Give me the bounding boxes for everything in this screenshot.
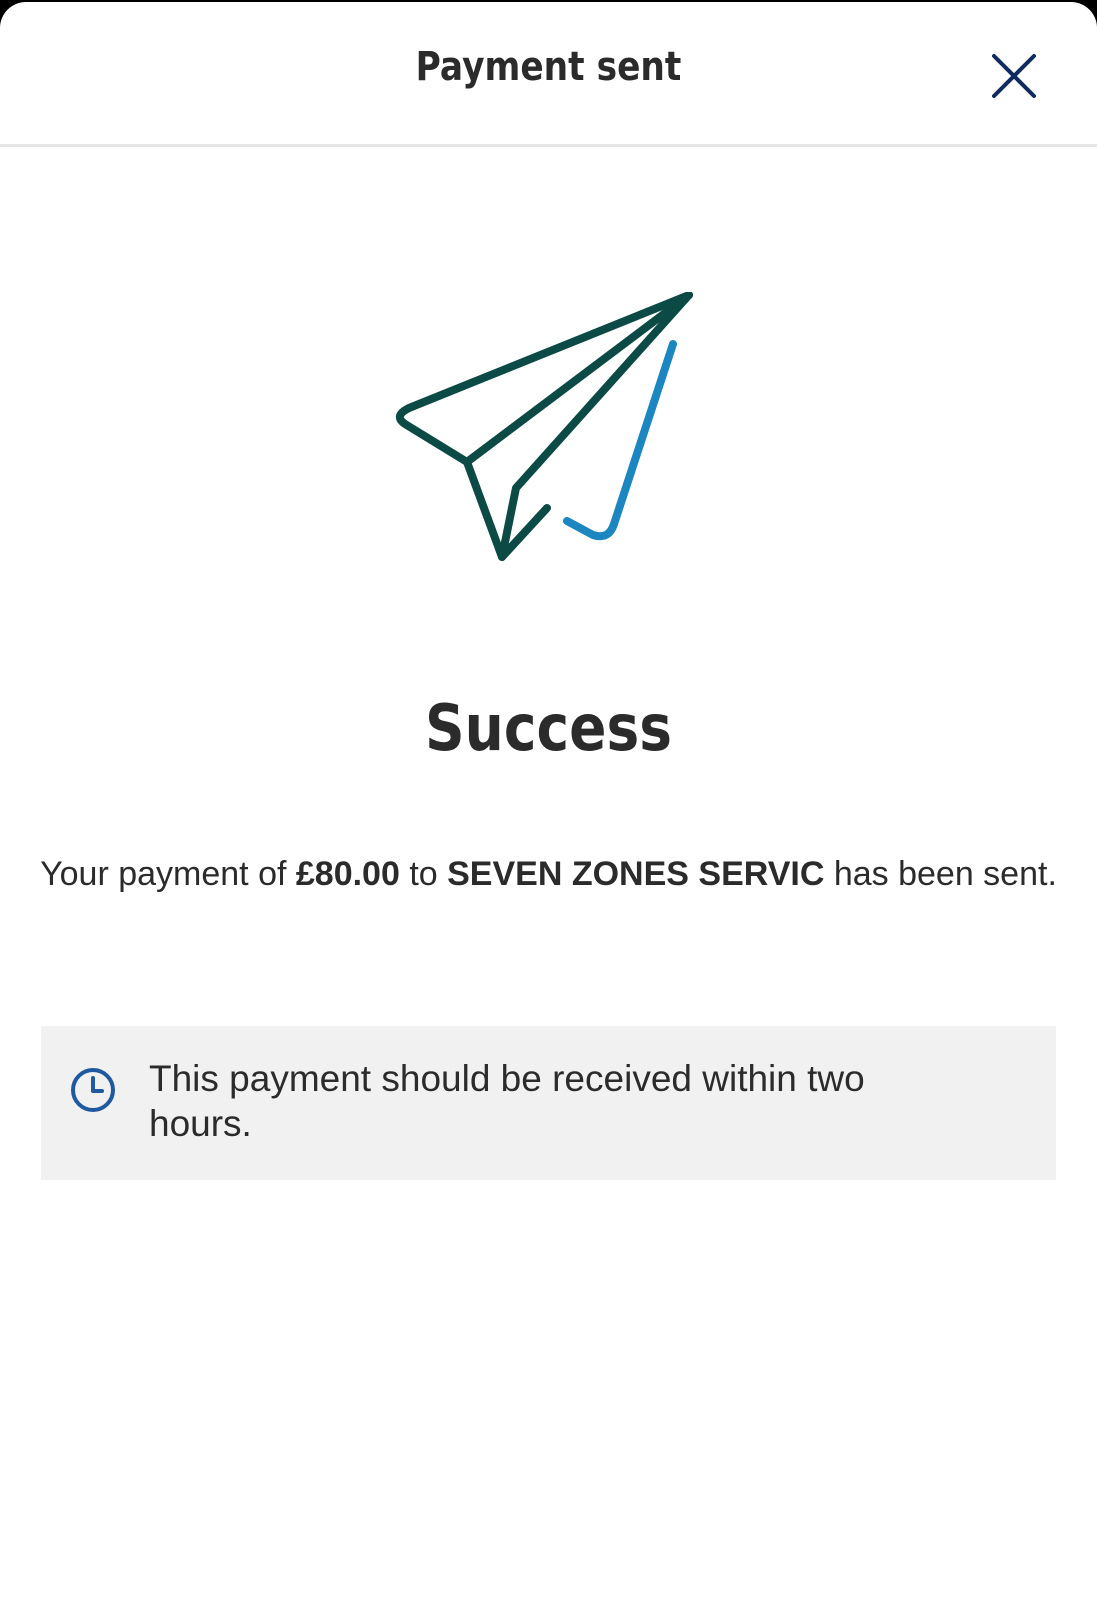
info-banner: This payment should be received within t… xyxy=(41,1026,1056,1180)
payee-name: SEVEN ZONES SERVIC xyxy=(447,855,825,893)
paper-plane-icon xyxy=(395,292,693,561)
payment-sent-sheet: Payment sent Success Your payment of £80… xyxy=(0,2,1097,1600)
page-title: Payment sent xyxy=(415,44,682,90)
close-button[interactable] xyxy=(990,52,1038,100)
message-middle: to xyxy=(399,855,448,893)
clock-icon xyxy=(71,1068,115,1112)
payment-message: Your payment of £80.00 to SEVEN ZONES SE… xyxy=(40,852,1057,897)
message-suffix: has been sent. xyxy=(824,855,1057,893)
success-title: Success xyxy=(425,692,672,766)
message-prefix: Your payment of xyxy=(40,855,296,893)
payment-amount: £80.00 xyxy=(295,855,400,893)
close-icon xyxy=(992,54,1036,98)
info-text: This payment should be received within t… xyxy=(149,1058,865,1144)
header: Payment sent xyxy=(0,2,1097,147)
